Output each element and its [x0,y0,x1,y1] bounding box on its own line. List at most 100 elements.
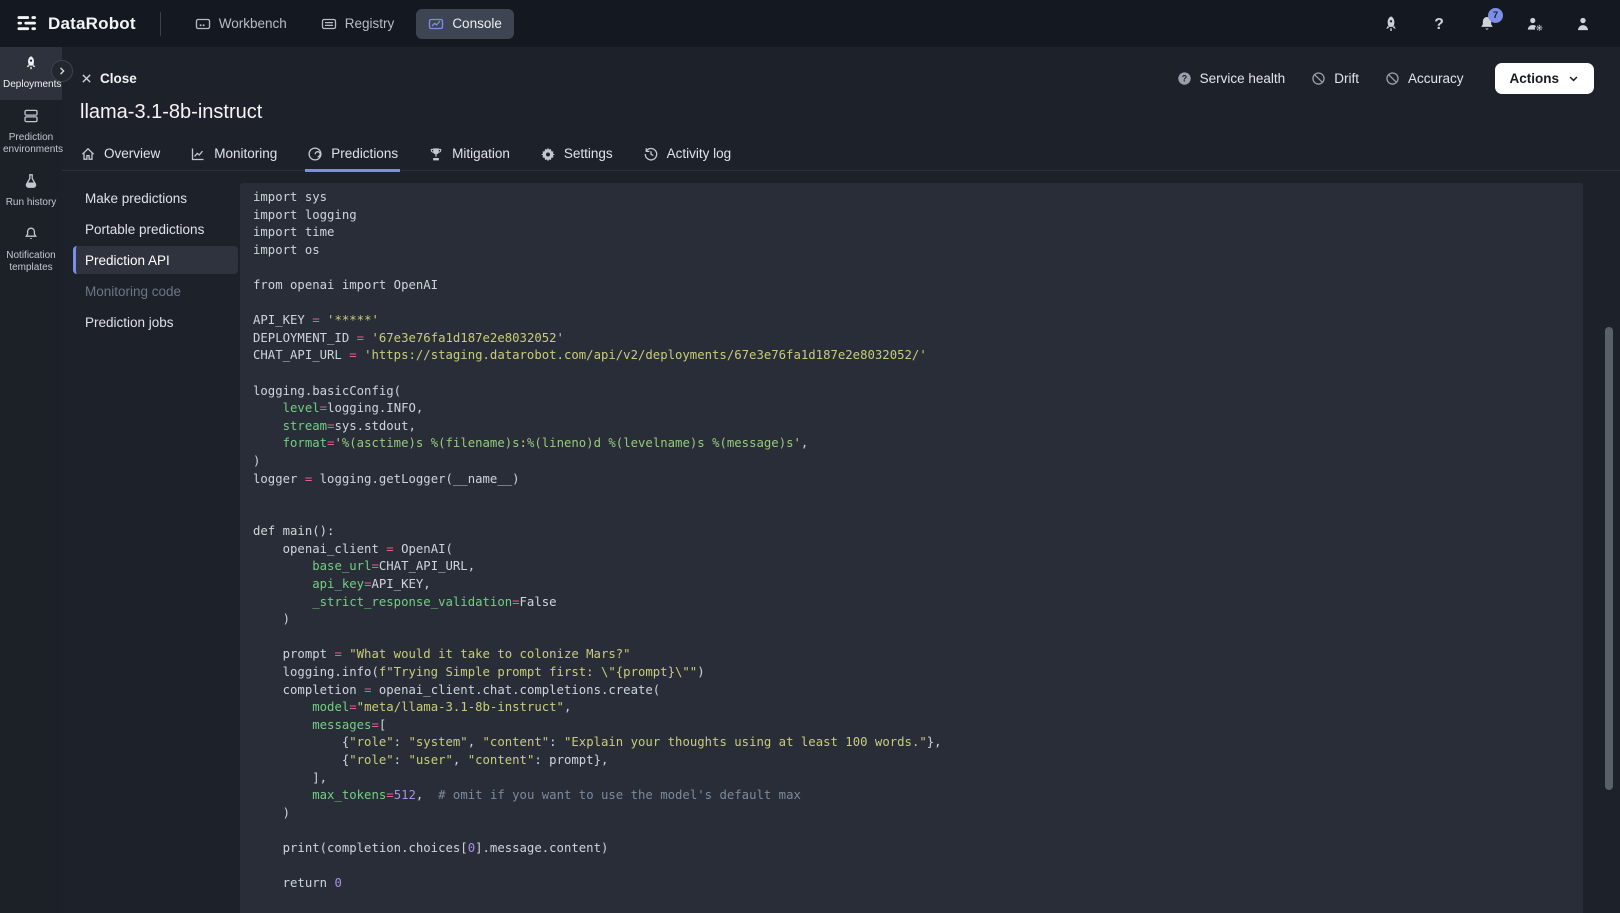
svg-text:?: ? [1434,16,1444,33]
code-line [253,259,1569,277]
tab-predictions[interactable]: Predictions [307,137,398,171]
page-scrollbar-thumb[interactable] [1605,327,1613,790]
top-nav-items: Workbench Registry Console [183,9,514,39]
top-bar: DataRobot WorkbenchRegistryConsole ?7 [0,0,1620,47]
console-icon [428,16,444,32]
top-nav-workbench[interactable]: Workbench [183,9,299,39]
code-line: ], [253,770,1569,788]
subnav-item-prediction-jobs[interactable]: Prediction jobs [73,308,238,336]
code-line: logging.basicConfig( [253,383,1569,401]
notification-count-badge: 7 [1488,8,1503,23]
sidebar-item-run-history[interactable]: Run history [0,165,62,218]
sidebar-item-label: Run history [3,197,59,209]
code-line: format='%(asctime)s %(filename)s:%(linen… [253,435,1569,453]
status-link-accuracy[interactable]: Accuracy [1385,71,1464,86]
code-line: stream=sys.stdout, [253,418,1569,436]
account-button[interactable] [1574,15,1592,33]
deployment-header: Close ?Service health Drift Accuracy Action… [80,58,1594,98]
help-circle-icon: ? [1177,71,1192,86]
close-icon [80,72,93,85]
top-nav-console[interactable]: Console [416,9,514,39]
code-line [253,629,1569,647]
subnav-item-portable-predictions[interactable]: Portable predictions [73,215,238,243]
subnav-item-monitoring-code: Monitoring code [73,277,238,305]
workbench-icon [195,16,211,32]
sidebar-expand-button[interactable] [51,60,73,82]
close-button[interactable]: Close [80,71,137,86]
rocket-icon [1382,15,1400,33]
page-title: llama-3.1-8b-instruct [80,101,262,124]
code-line: level=logging.INFO, [253,400,1569,418]
account-icon [1574,15,1592,33]
tab-label: Predictions [331,146,398,161]
tab-monitoring[interactable]: Monitoring [190,137,277,171]
code-line: DEPLOYMENT_ID = '67e3e76fa1d187e2e803205… [253,330,1569,348]
bell-icon [23,226,39,242]
code-line: model="meta/llama-3.1-8b-instruct", [253,699,1569,717]
rocket-button[interactable] [1382,15,1400,33]
code-line: prompt = "What would it take to colonize… [253,646,1569,664]
code-line: ) [253,611,1569,629]
code-line: openai_client = OpenAI( [253,541,1569,559]
code-line: import logging [253,207,1569,225]
code-line: CHAT_API_URL = 'https://staging.datarobo… [253,347,1569,365]
disabled-icon [1385,71,1400,86]
main-area: Close ?Service health Drift Accuracy Action… [62,47,1620,913]
tab-mitigation[interactable]: Mitigation [428,137,510,171]
tab-settings[interactable]: Settings [540,137,613,171]
actions-button[interactable]: Actions [1495,63,1594,94]
code-line [253,365,1569,383]
code-line: import os [253,242,1569,260]
code-line [253,506,1569,524]
code-line [253,858,1569,876]
code-line: return 0 [253,875,1569,893]
topbar-divider [160,12,161,36]
header-status-links: ?Service health Drift Accuracy Actions [1177,63,1594,94]
chevron-right-icon [56,65,68,77]
code-line: ) [253,805,1569,823]
status-link-drift[interactable]: Drift [1311,71,1359,86]
user-settings-button[interactable] [1526,15,1544,33]
code-line: messages=[ [253,717,1569,735]
sidebar-item-label: Notification templates [3,250,59,274]
home-icon [80,146,96,162]
tab-label: Settings [564,146,613,161]
subnav-item-prediction-api[interactable]: Prediction API [73,246,238,274]
status-link-label: Drift [1334,71,1359,86]
subnav-item-make-predictions[interactable]: Make predictions [73,184,238,212]
code-panel[interactable]: import sysimport loggingimport timeimpor… [240,183,1583,913]
sidebar-item-prediction-environments[interactable]: Prediction environments [0,100,62,165]
notifications-bell-button[interactable]: 7 [1478,15,1496,33]
close-label: Close [100,71,137,86]
registry-icon [321,16,337,32]
code-line: completion = openai_client.chat.completi… [253,682,1569,700]
help-button[interactable]: ? [1430,15,1448,33]
tab-label: Overview [104,146,160,161]
datarobot-brand[interactable]: DataRobot [0,14,136,34]
disabled-icon [1311,71,1326,86]
trophy-icon [428,146,444,162]
flask-icon [23,173,39,189]
tab-overview[interactable]: Overview [80,137,160,171]
svg-text:?: ? [1181,73,1186,83]
topbar-right-icons: ?7 [1382,15,1620,33]
code-line: logger = logging.getLogger(__name__) [253,471,1569,489]
predictions-body: Make predictions Portable predictions Pred… [62,171,1620,913]
code-line: logging.info(f"Trying Simple prompt firs… [253,664,1569,682]
tab-activity-log[interactable]: Activity log [643,137,732,171]
sidebar-item-notification-templates[interactable]: Notification templates [0,218,62,283]
code-line: {"role": "system", "content": "Explain y… [253,734,1569,752]
code-line [253,822,1569,840]
top-nav-registry[interactable]: Registry [309,9,407,39]
code-line: max_tokens=512, # omit if you want to us… [253,787,1569,805]
top-nav-label: Registry [345,16,395,31]
status-link-service-health[interactable]: ?Service health [1177,71,1286,86]
monitoring-icon [190,146,206,162]
top-nav-label: Console [452,16,502,31]
rocket-icon [23,55,39,71]
code-line: import sys [253,189,1569,207]
code-block: import sysimport loggingimport timeimpor… [253,189,1569,893]
code-line: base_url=CHAT_API_URL, [253,558,1569,576]
code-line: def main(): [253,523,1569,541]
brand-name: DataRobot [48,14,136,34]
